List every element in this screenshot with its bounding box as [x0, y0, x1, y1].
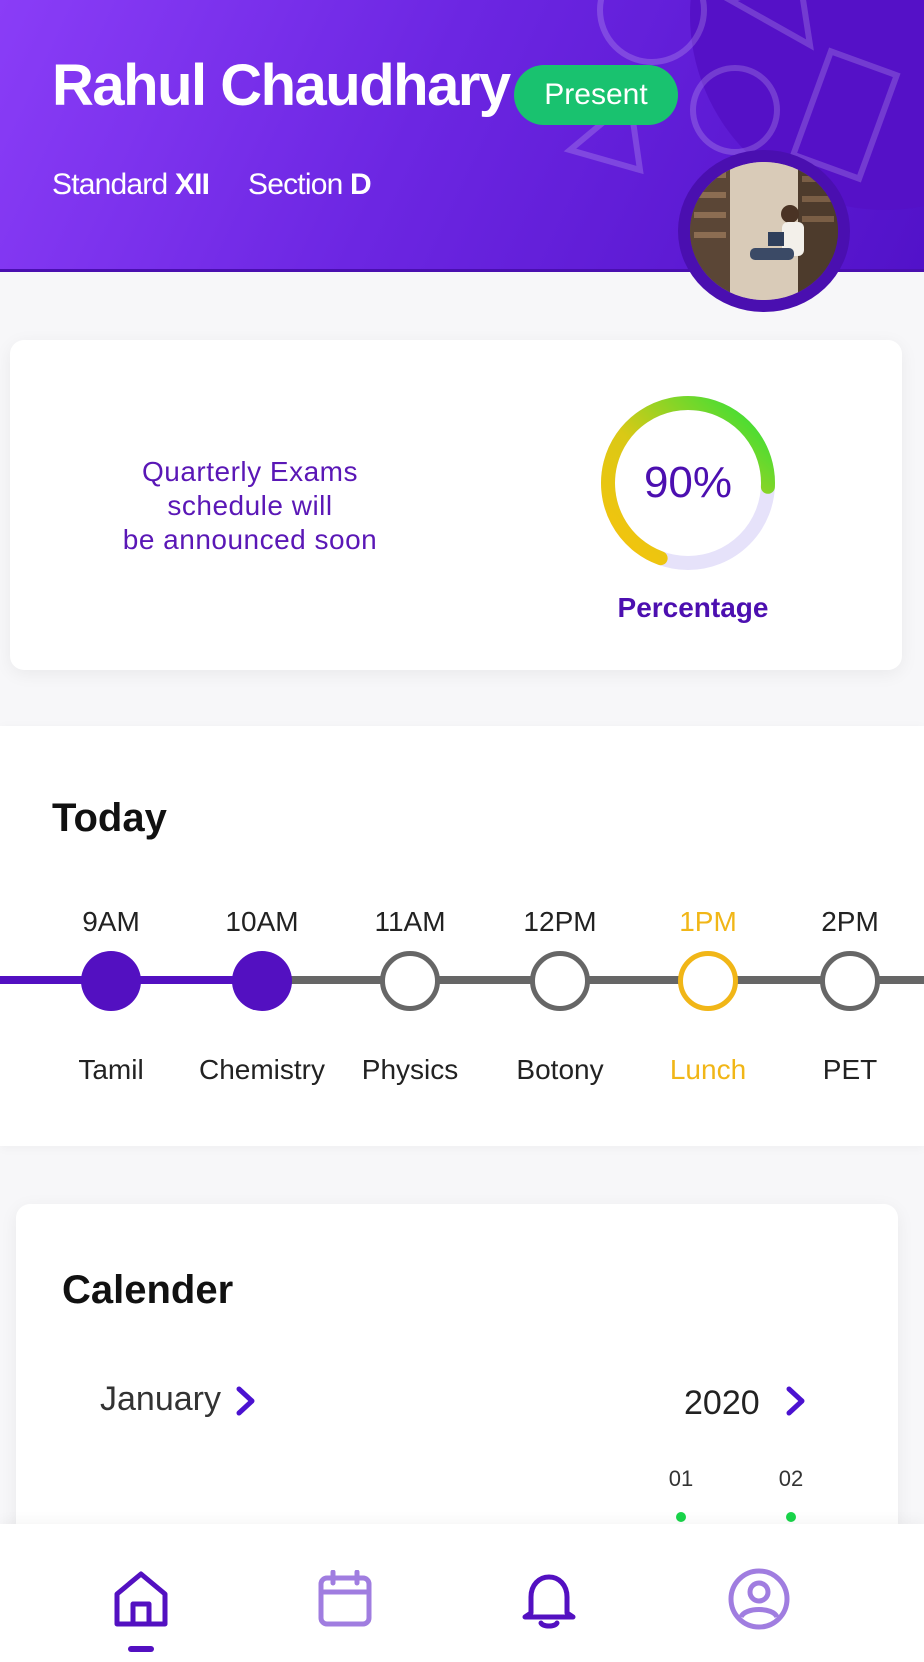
timeline-subject: Lunch — [669, 1054, 747, 1085]
timeline-time: 10AM — [225, 906, 299, 937]
calendar-day[interactable]: 01 — [669, 1466, 693, 1492]
nav-notifications[interactable] — [514, 1564, 584, 1634]
timeline-time: 11AM — [374, 906, 446, 937]
calendar-day[interactable]: 02 — [779, 1466, 803, 1492]
timeline-subject: Physics — [361, 1054, 459, 1085]
standard-value: XII — [174, 168, 210, 201]
summary-card: Quarterly Exams schedule will be announc… — [10, 340, 902, 670]
avatar-illustration — [690, 162, 838, 300]
timeline-subject: Botony — [516, 1054, 604, 1085]
month-next-chevron-icon[interactable] — [234, 1384, 258, 1427]
attendance-status-badge: Present — [514, 65, 678, 125]
percentage-label: Percentage — [617, 592, 769, 623]
timeline-time: 2PM — [821, 906, 879, 937]
timeline-subject: PET — [822, 1054, 878, 1085]
timeline-time: 12PM — [523, 906, 597, 937]
bottom-nav — [0, 1524, 924, 1662]
timeline-node[interactable] — [530, 951, 590, 1011]
standard-info: Standard XII — [52, 168, 210, 202]
timeline-node[interactable] — [232, 951, 292, 1011]
calendar-icon — [318, 1570, 372, 1627]
nav-profile[interactable] — [724, 1564, 794, 1634]
percentage-value: 90% — [644, 458, 732, 507]
section-info: Section D — [248, 168, 372, 202]
calendar-event-dot — [786, 1512, 796, 1522]
nav-calendar[interactable] — [310, 1564, 380, 1634]
timeline-node[interactable] — [81, 951, 141, 1011]
profile-icon — [728, 1568, 790, 1630]
timeline-time: 1PM — [679, 906, 737, 937]
exam-notice-line: Quarterly Exams — [142, 456, 358, 487]
calendar-month[interactable]: January — [100, 1380, 221, 1419]
exam-notice: Quarterly Exams schedule will be announc… — [100, 455, 400, 557]
nav-home[interactable] — [106, 1564, 176, 1634]
student-name: Rahul Chaudhary — [52, 53, 511, 118]
year-next-chevron-icon[interactable] — [784, 1384, 808, 1427]
active-tab-indicator — [128, 1646, 154, 1652]
exam-notice-line: be announced soon — [122, 524, 378, 555]
timeline-subject: Tamil — [78, 1054, 144, 1085]
today-title: Today — [52, 796, 167, 840]
timeline-time: 9AM — [82, 906, 140, 937]
home-icon — [114, 1571, 168, 1627]
standard-label: Standard — [52, 168, 168, 201]
section-value: D — [350, 168, 372, 201]
calendar-event-dot — [676, 1512, 686, 1522]
calendar-year[interactable]: 2020 — [684, 1384, 760, 1423]
avatar-photo — [690, 162, 838, 300]
bell-icon — [522, 1574, 576, 1629]
dashboard-page: Rahul Chaudhary Present Standard XII Sec… — [0, 0, 924, 1662]
timeline-node[interactable] — [820, 951, 880, 1011]
today-section: Today 9AM Tamil 10AM Chemistry 11AM Physics 12… — [0, 726, 924, 1146]
exam-notice-line: schedule will — [167, 490, 333, 521]
timeline-subject: Chemistry — [198, 1054, 326, 1085]
calendar-title: Calender — [62, 1268, 234, 1312]
percentage-ring: 90% — [601, 396, 775, 570]
timeline-node[interactable] — [678, 951, 738, 1011]
avatar[interactable] — [678, 150, 850, 312]
section-label: Section — [248, 168, 343, 201]
timeline: 9AM Tamil 10AM Chemistry 11AM Physics 12PM Boto… — [0, 906, 924, 1085]
timeline-node[interactable] — [380, 951, 440, 1011]
